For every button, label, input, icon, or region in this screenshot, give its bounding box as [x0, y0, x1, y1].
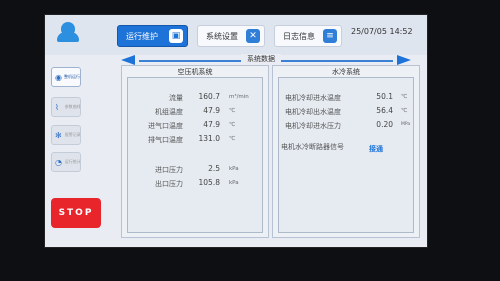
water-row-label: 电机冷却出水温度: [285, 108, 341, 116]
row-value: 47.9: [203, 120, 220, 129]
compressor-title: 空压机系统: [177, 68, 213, 76]
row-unit: kPa: [229, 166, 239, 172]
row-value: 2.5: [208, 164, 220, 173]
datetime-display: 25/07/05 14:52: [351, 27, 413, 36]
arrow-left-icon[interactable]: [121, 55, 135, 65]
tab-system-settings[interactable]: 系统设置 ✕: [197, 25, 265, 47]
hmi-screen: 运行维护 ▣ 系统设置 ✕ 日志信息 ≡ 25/07/05 14:52 系统数据…: [44, 14, 428, 248]
row-unit: ℃: [401, 94, 408, 100]
row-unit: MPa: [401, 122, 411, 127]
sidebar-item-label: 整机运行状态: [63, 74, 80, 79]
tab-operation-label: 运行维护: [126, 31, 158, 41]
status-icon: ◉: [55, 72, 62, 82]
row-unit: m³/min: [229, 94, 249, 100]
compressor-panel: 空压机系统 流量 160.7 m³/min 机组温度 47.9 ℃ 进气口温度 …: [121, 65, 269, 238]
tab-log-info-label: 日志信息: [283, 31, 315, 41]
row-value: 47.9: [203, 106, 220, 115]
top-bar: 运行维护 ▣ 系统设置 ✕ 日志信息 ≡ 25/07/05 14:52: [45, 15, 427, 55]
fan-icon: ✻: [55, 130, 62, 140]
row-value: 0.20: [376, 120, 393, 129]
sidebar-item-parameter-curve[interactable]: ⌇ 参数曲线: [51, 97, 81, 117]
logo: [50, 18, 86, 52]
document-icon: ≡: [323, 29, 337, 43]
wrench-icon: ✕: [246, 29, 260, 43]
sidebar-item-run-statistics[interactable]: ◔ 运行统计: [51, 152, 81, 172]
row-value: 105.8: [198, 178, 220, 187]
stop-button[interactable]: STOP: [51, 198, 101, 228]
water-cooling-title: 水冷系统: [332, 68, 360, 76]
compressor-data-box: 流量 160.7 m³/min 机组温度 47.9 ℃ 进气口温度 47.9 ℃…: [127, 77, 263, 233]
row-value: 50.1: [376, 92, 393, 101]
row-unit: kPa: [229, 180, 239, 186]
section-title: 系统数据: [241, 54, 281, 64]
section-header: 系统数据: [121, 54, 411, 65]
row-label: 流量: [169, 94, 183, 102]
row-unit: ℃: [229, 108, 236, 114]
row-unit: ℃: [229, 122, 236, 128]
arrow-right-icon[interactable]: [397, 55, 411, 65]
tab-log-info[interactable]: 日志信息 ≡: [274, 25, 342, 47]
tab-system-settings-label: 系统设置: [206, 31, 238, 41]
row-label: 排气口温度: [148, 136, 183, 144]
monitor-icon: ▣: [169, 29, 183, 43]
operator-body-icon: [57, 32, 79, 42]
row-label: 机组温度: [155, 108, 183, 116]
row-value: 56.4: [376, 106, 393, 115]
row-label: 进气口温度: [148, 122, 183, 130]
water-cooling-panel: 水冷系统 电机冷却进水温度 50.1 ℃ 电机冷却出水温度 56.4 ℃ 电机冷…: [272, 65, 420, 238]
row-label: 进口压力: [155, 166, 183, 174]
sidebar-item-machine-status[interactable]: ◉ 整机运行状态: [51, 67, 81, 87]
sidebar-item-label: 参数曲线: [64, 104, 80, 109]
row-label: 出口压力: [155, 180, 183, 188]
row-value: 160.7: [198, 92, 220, 101]
water-row-label: 电机冷却进水温度: [285, 94, 341, 102]
row-unit: ℃: [401, 108, 408, 114]
row-unit: ℃: [229, 136, 236, 142]
water-cooling-data-box: 电机冷却进水温度 50.1 ℃ 电机冷却出水温度 56.4 ℃ 电机冷却进水压力…: [278, 77, 414, 233]
sidebar-item-label: 运行统计: [64, 159, 80, 164]
sidebar-item-label: 报警记录: [64, 132, 80, 137]
water-row-label: 电机冷却进水压力: [285, 122, 341, 130]
tab-operation[interactable]: 运行维护 ▣: [117, 25, 188, 47]
chart-icon: ⌇: [55, 102, 59, 112]
breaker-signal-value: 接通: [369, 145, 383, 153]
row-value: 131.0: [198, 134, 220, 143]
breaker-signal-label: 电机水冷断路器信号: [281, 143, 344, 151]
sidebar-item-alarm-record[interactable]: ✻ 报警记录: [51, 125, 81, 145]
pie-icon: ◔: [55, 157, 62, 167]
